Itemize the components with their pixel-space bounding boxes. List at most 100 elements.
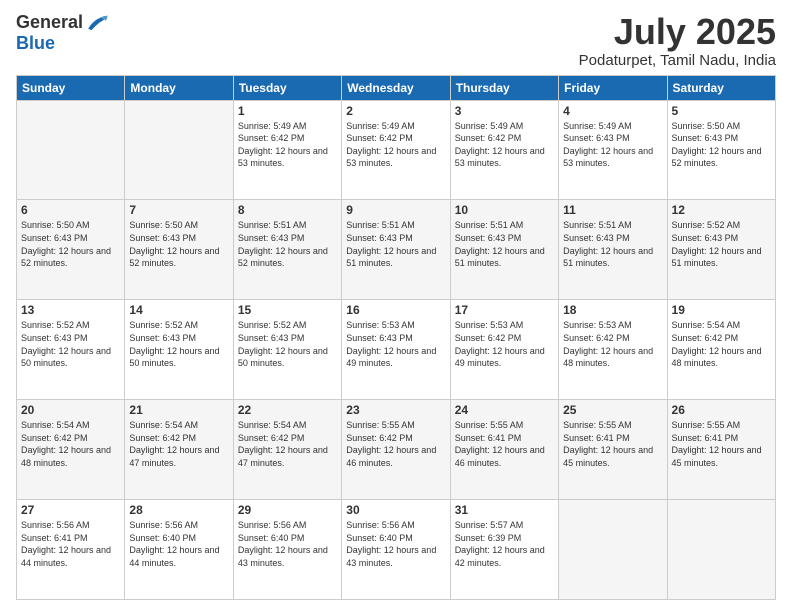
day-number: 21 xyxy=(129,403,228,417)
calendar-week-row: 1 Sunrise: 5:49 AM Sunset: 6:42 PM Daylig… xyxy=(17,100,776,200)
calendar-table: Sunday Monday Tuesday Wednesday Thursday… xyxy=(16,75,776,600)
day-number: 9 xyxy=(346,203,445,217)
day-info: Sunrise: 5:49 AM Sunset: 6:43 PM Dayligh… xyxy=(563,120,662,170)
table-row: 19Sunrise: 5:54 AM Sunset: 6:42 PM Dayli… xyxy=(667,300,775,400)
day-info: Sunrise: 5:55 AM Sunset: 6:42 PM Dayligh… xyxy=(346,419,445,469)
table-row xyxy=(17,100,125,200)
subtitle: Podaturpet, Tamil Nadu, India xyxy=(579,52,776,69)
day-info: Sunrise: 5:49 AM Sunset: 6:42 PM Dayligh… xyxy=(455,120,554,170)
table-row: 24 Sunrise: 5:55 AM Sunset: 6:41 PM Dayli… xyxy=(450,400,558,500)
day-number: 14 xyxy=(129,303,228,317)
table-row: 14 Sunrise: 5:52 AM Sunset: 6:43 PM Dayli… xyxy=(125,300,233,400)
day-info: Sunrise: 5:53 AM Sunset: 6:42 PM Dayligh… xyxy=(455,319,554,369)
day-info: Sunrise: 5:54 AM Sunset: 6:42 PM Dayligh… xyxy=(21,419,120,469)
day-number: 12 xyxy=(672,203,771,217)
header-tuesday: Tuesday xyxy=(233,75,341,100)
table-row: 11 Sunrise: 5:51 AM Sunset: 6:43 PM Dayli… xyxy=(559,200,667,300)
header-wednesday: Wednesday xyxy=(342,75,450,100)
day-info: Sunrise: 5:51 AM Sunset: 6:43 PM Dayligh… xyxy=(563,219,662,269)
table-row: 9 Sunrise: 5:51 AM Sunset: 6:43 PM Daylig… xyxy=(342,200,450,300)
day-info: Sunrise: 5:52 AM Sunset: 6:43 PM Dayligh… xyxy=(238,319,337,369)
table-row: 3Sunrise: 5:49 AM Sunset: 6:42 PM Daylig… xyxy=(450,100,558,200)
calendar-week-row: 13 Sunrise: 5:52 AM Sunset: 6:43 PM Dayli… xyxy=(17,300,776,400)
day-number: 6 xyxy=(21,203,120,217)
header-saturday: Saturday xyxy=(667,75,775,100)
day-info: Sunrise: 5:56 AM Sunset: 6:41 PM Dayligh… xyxy=(21,519,120,569)
logo-general-text: General xyxy=(16,12,83,33)
table-row: 7 Sunrise: 5:50 AM Sunset: 6:43 PM Daylig… xyxy=(125,200,233,300)
calendar-week-row: 6 Sunrise: 5:50 AM Sunset: 6:43 PM Daylig… xyxy=(17,200,776,300)
day-info: Sunrise: 5:55 AM Sunset: 6:41 PM Dayligh… xyxy=(455,419,554,469)
day-info: Sunrise: 5:49 AM Sunset: 6:42 PM Dayligh… xyxy=(238,120,337,170)
day-info: Sunrise: 5:56 AM Sunset: 6:40 PM Dayligh… xyxy=(129,519,228,569)
day-info: Sunrise: 5:51 AM Sunset: 6:43 PM Dayligh… xyxy=(455,219,554,269)
table-row: 5Sunrise: 5:50 AM Sunset: 6:43 PM Daylig… xyxy=(667,100,775,200)
day-number: 28 xyxy=(129,503,228,517)
header-sunday: Sunday xyxy=(17,75,125,100)
day-number: 27 xyxy=(21,503,120,517)
day-number: 7 xyxy=(129,203,228,217)
day-number: 17 xyxy=(455,303,554,317)
table-row: 15 Sunrise: 5:52 AM Sunset: 6:43 PM Dayli… xyxy=(233,300,341,400)
day-info: Sunrise: 5:55 AM Sunset: 6:41 PM Dayligh… xyxy=(563,419,662,469)
calendar-week-row: 27 Sunrise: 5:56 AM Sunset: 6:41 PM Dayli… xyxy=(17,500,776,600)
day-number: 20 xyxy=(21,403,120,417)
day-info: Sunrise: 5:52 AM Sunset: 6:43 PM Dayligh… xyxy=(129,319,228,369)
day-info: Sunrise: 5:54 AM Sunset: 6:42 PM Dayligh… xyxy=(672,319,771,369)
day-number: 13 xyxy=(21,303,120,317)
calendar-body: 1 Sunrise: 5:49 AM Sunset: 6:42 PM Daylig… xyxy=(17,100,776,599)
day-number: 11 xyxy=(563,203,662,217)
day-number: 30 xyxy=(346,503,445,517)
table-row: 13 Sunrise: 5:52 AM Sunset: 6:43 PM Dayli… xyxy=(17,300,125,400)
table-row: 31Sunrise: 5:57 AM Sunset: 6:39 PM Dayli… xyxy=(450,500,558,600)
header: General Blue July 2025 Podaturpet, Tamil… xyxy=(16,12,776,69)
table-row: 26Sunrise: 5:55 AM Sunset: 6:41 PM Dayli… xyxy=(667,400,775,500)
day-info: Sunrise: 5:50 AM Sunset: 6:43 PM Dayligh… xyxy=(129,219,228,269)
day-info: Sunrise: 5:51 AM Sunset: 6:43 PM Dayligh… xyxy=(346,219,445,269)
table-row: 20 Sunrise: 5:54 AM Sunset: 6:42 PM Dayli… xyxy=(17,400,125,500)
day-info: Sunrise: 5:52 AM Sunset: 6:43 PM Dayligh… xyxy=(21,319,120,369)
day-number: 1 xyxy=(238,104,337,118)
table-row xyxy=(125,100,233,200)
day-number: 24 xyxy=(455,403,554,417)
page: General Blue July 2025 Podaturpet, Tamil… xyxy=(0,0,792,612)
day-number: 29 xyxy=(238,503,337,517)
day-info: Sunrise: 5:49 AM Sunset: 6:42 PM Dayligh… xyxy=(346,120,445,170)
table-row: 12 Sunrise: 5:52 AM Sunset: 6:43 PM Dayli… xyxy=(667,200,775,300)
day-info: Sunrise: 5:51 AM Sunset: 6:43 PM Dayligh… xyxy=(238,219,337,269)
logo-bird-icon xyxy=(85,14,109,32)
day-info: Sunrise: 5:54 AM Sunset: 6:42 PM Dayligh… xyxy=(238,419,337,469)
calendar-week-row: 20 Sunrise: 5:54 AM Sunset: 6:42 PM Dayli… xyxy=(17,400,776,500)
header-monday: Monday xyxy=(125,75,233,100)
day-number: 31 xyxy=(455,503,554,517)
day-info: Sunrise: 5:56 AM Sunset: 6:40 PM Dayligh… xyxy=(346,519,445,569)
table-row: 4 Sunrise: 5:49 AM Sunset: 6:43 PM Daylig… xyxy=(559,100,667,200)
day-number: 8 xyxy=(238,203,337,217)
day-number: 16 xyxy=(346,303,445,317)
table-row xyxy=(559,500,667,600)
day-info: Sunrise: 5:50 AM Sunset: 6:43 PM Dayligh… xyxy=(21,219,120,269)
table-row: 6 Sunrise: 5:50 AM Sunset: 6:43 PM Daylig… xyxy=(17,200,125,300)
table-row: 23 Sunrise: 5:55 AM Sunset: 6:42 PM Dayli… xyxy=(342,400,450,500)
day-info: Sunrise: 5:53 AM Sunset: 6:42 PM Dayligh… xyxy=(563,319,662,369)
table-row: 16 Sunrise: 5:53 AM Sunset: 6:43 PM Dayli… xyxy=(342,300,450,400)
table-row: 1 Sunrise: 5:49 AM Sunset: 6:42 PM Daylig… xyxy=(233,100,341,200)
title-block: July 2025 Podaturpet, Tamil Nadu, India xyxy=(579,12,776,69)
table-row xyxy=(667,500,775,600)
main-title: July 2025 xyxy=(579,12,776,52)
day-number: 5 xyxy=(672,104,771,118)
day-number: 23 xyxy=(346,403,445,417)
day-info: Sunrise: 5:56 AM Sunset: 6:40 PM Dayligh… xyxy=(238,519,337,569)
day-number: 25 xyxy=(563,403,662,417)
day-number: 2 xyxy=(346,104,445,118)
table-row: 17 Sunrise: 5:53 AM Sunset: 6:42 PM Dayli… xyxy=(450,300,558,400)
day-number: 4 xyxy=(563,104,662,118)
day-number: 10 xyxy=(455,203,554,217)
day-number: 15 xyxy=(238,303,337,317)
day-info: Sunrise: 5:53 AM Sunset: 6:43 PM Dayligh… xyxy=(346,319,445,369)
calendar-header-row: Sunday Monday Tuesday Wednesday Thursday… xyxy=(17,75,776,100)
table-row: 18Sunrise: 5:53 AM Sunset: 6:42 PM Dayli… xyxy=(559,300,667,400)
header-friday: Friday xyxy=(559,75,667,100)
day-number: 26 xyxy=(672,403,771,417)
day-info: Sunrise: 5:52 AM Sunset: 6:43 PM Dayligh… xyxy=(672,219,771,269)
